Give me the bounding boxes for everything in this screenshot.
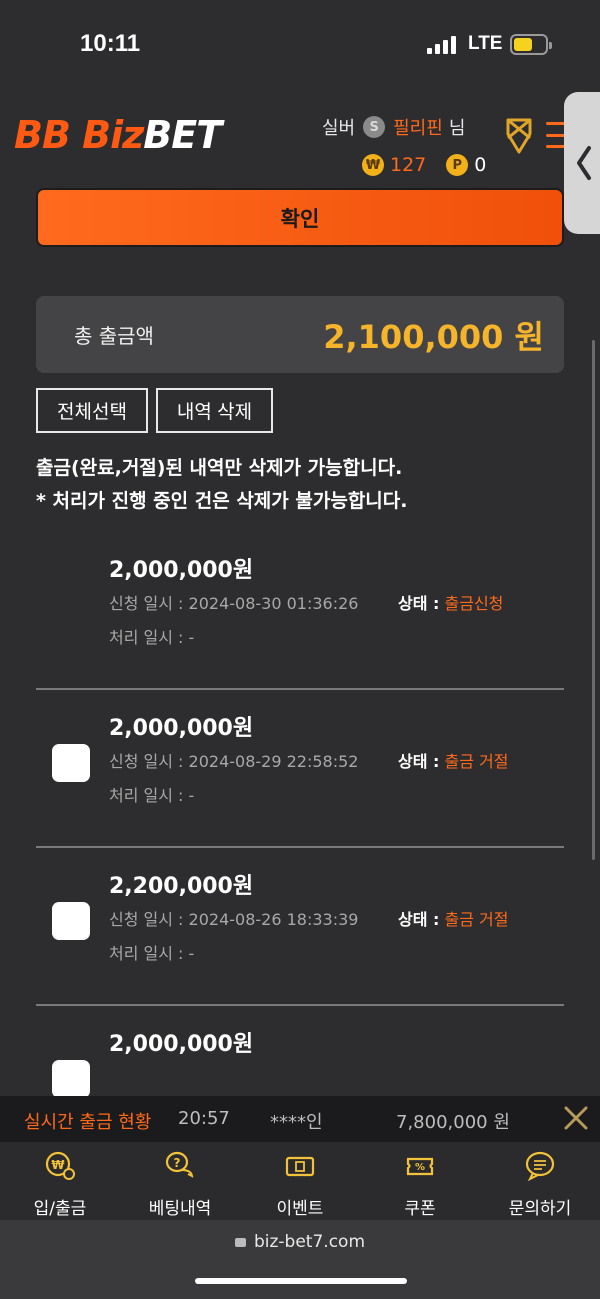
total-withdrawal-box: 총 출금액 2,100,000 원 [36,296,564,373]
list-item: 2,000,000원 신청 일시 : 2024-08-29 22:58:52 상… [36,690,564,848]
nav-deposit-withdraw[interactable]: ₩ 입/출금 [0,1142,120,1220]
svg-text:?: ? [174,1156,181,1170]
ticker-amount: 7,800,000 원 [396,1112,510,1133]
total-value: 2,100,000 원 [323,317,544,356]
nav-event[interactable]: 이벤트 [240,1142,360,1220]
point-balance: 0 [474,154,487,176]
delete-history-button[interactable]: 내역 삭제 [156,388,273,433]
money-balance: 127 [390,154,427,176]
processed-datetime: 처리 일시 : - [109,786,195,805]
status-badge: 상태 : 출금신청 [398,594,504,613]
processed-datetime: 처리 일시 : - [109,628,195,647]
total-label: 총 출금액 [74,324,154,348]
network-label: LTE [468,33,503,54]
row-checkbox[interactable] [52,1060,90,1098]
request-datetime: 신청 일시 : 2024-08-30 01:36:26 [109,594,359,613]
select-all-button[interactable]: 전체선택 [36,388,148,433]
ticker-time: 20:57 [178,1108,230,1129]
nav-inquiry[interactable]: 문의하기 [480,1142,600,1220]
live-withdrawal-ticker: 실시간 출금 현황 20:57 ****인 7,800,000 원 [0,1096,600,1142]
browser-url-bar[interactable]: biz-bet7.com [0,1220,600,1299]
status-time: 10:11 [80,30,141,57]
processed-datetime: 처리 일시 : - [109,944,195,963]
money-coin-icon: ₩ [362,154,384,176]
ticker-user: ****인 [270,1112,323,1133]
battery-icon [510,34,552,55]
url-text: biz-bet7.com [253,1232,365,1252]
request-datetime: 신청 일시 : 2024-08-29 22:58:52 [109,752,359,771]
chevron-left-icon [577,146,591,180]
side-panel-toggle[interactable] [564,92,600,234]
menu-icon[interactable] [546,122,566,148]
nav-betting-history[interactable]: ? 베팅내역 [120,1142,240,1220]
user-rank: 실버 [322,118,356,139]
bizbet-logo[interactable]: BB BizBET [14,112,222,158]
svg-text:₩: ₩ [51,1158,65,1172]
request-datetime: 신청 일시 : 2024-08-26 18:33:39 [109,910,359,929]
betting-history-icon: ? [165,1151,194,1178]
event-icon [285,1156,315,1177]
status-badge: 상태 : 출금 거절 [398,910,509,929]
svg-text:%: % [415,1162,425,1173]
withdrawal-amount: 2,000,000원 [109,1032,254,1057]
lock-icon [234,1238,246,1247]
row-checkbox[interactable] [52,902,90,940]
status-bar: 10:11 LTE [0,0,600,88]
withdrawal-amount: 2,200,000원 [109,874,254,899]
inquiry-icon [525,1151,555,1182]
signal-icon [427,36,459,54]
scrollbar[interactable] [592,340,595,860]
honorific: 님 [448,118,466,139]
point-coin-icon: P [446,154,469,176]
coupon-icon: % [406,1157,434,1176]
user-info: 실버 S 필리핀 님 [322,114,465,140]
list-item: 2,000,000원 신청 일시 : 2024-08-30 01:36:26 상… [36,532,564,690]
list-item: 2,200,000원 신청 일시 : 2024-08-26 18:33:39 상… [36,848,564,1006]
withdrawal-amount: 2,000,000원 [109,716,254,741]
withdrawal-amount: 2,000,000원 [109,558,254,583]
rank-badge-icon: S [363,116,386,138]
delete-notice: 출금(완료,거절)된 내역만 삭제가 가능합니다. * 처리가 진행 중인 건은… [36,457,408,512]
ticker-label: 실시간 출금 현황 [24,1112,152,1133]
bottom-nav: ₩ 입/출금 ? 베팅내역 이벤트 % 쿠폰 문의하기 [0,1142,600,1220]
close-icon[interactable] [562,1104,590,1132]
user-name: 필리핀 [393,118,443,139]
home-indicator[interactable] [195,1278,407,1284]
confirm-button[interactable]: 확인 [36,188,564,247]
row-checkbox[interactable] [52,744,90,782]
status-badge: 상태 : 출금 거절 [398,752,509,771]
balance-info: ₩ 127 P 0 [362,154,486,176]
nav-coupon[interactable]: % 쿠폰 [360,1142,480,1220]
ticket-icon[interactable] [502,116,536,156]
deposit-withdraw-icon: ₩ [45,1151,75,1180]
